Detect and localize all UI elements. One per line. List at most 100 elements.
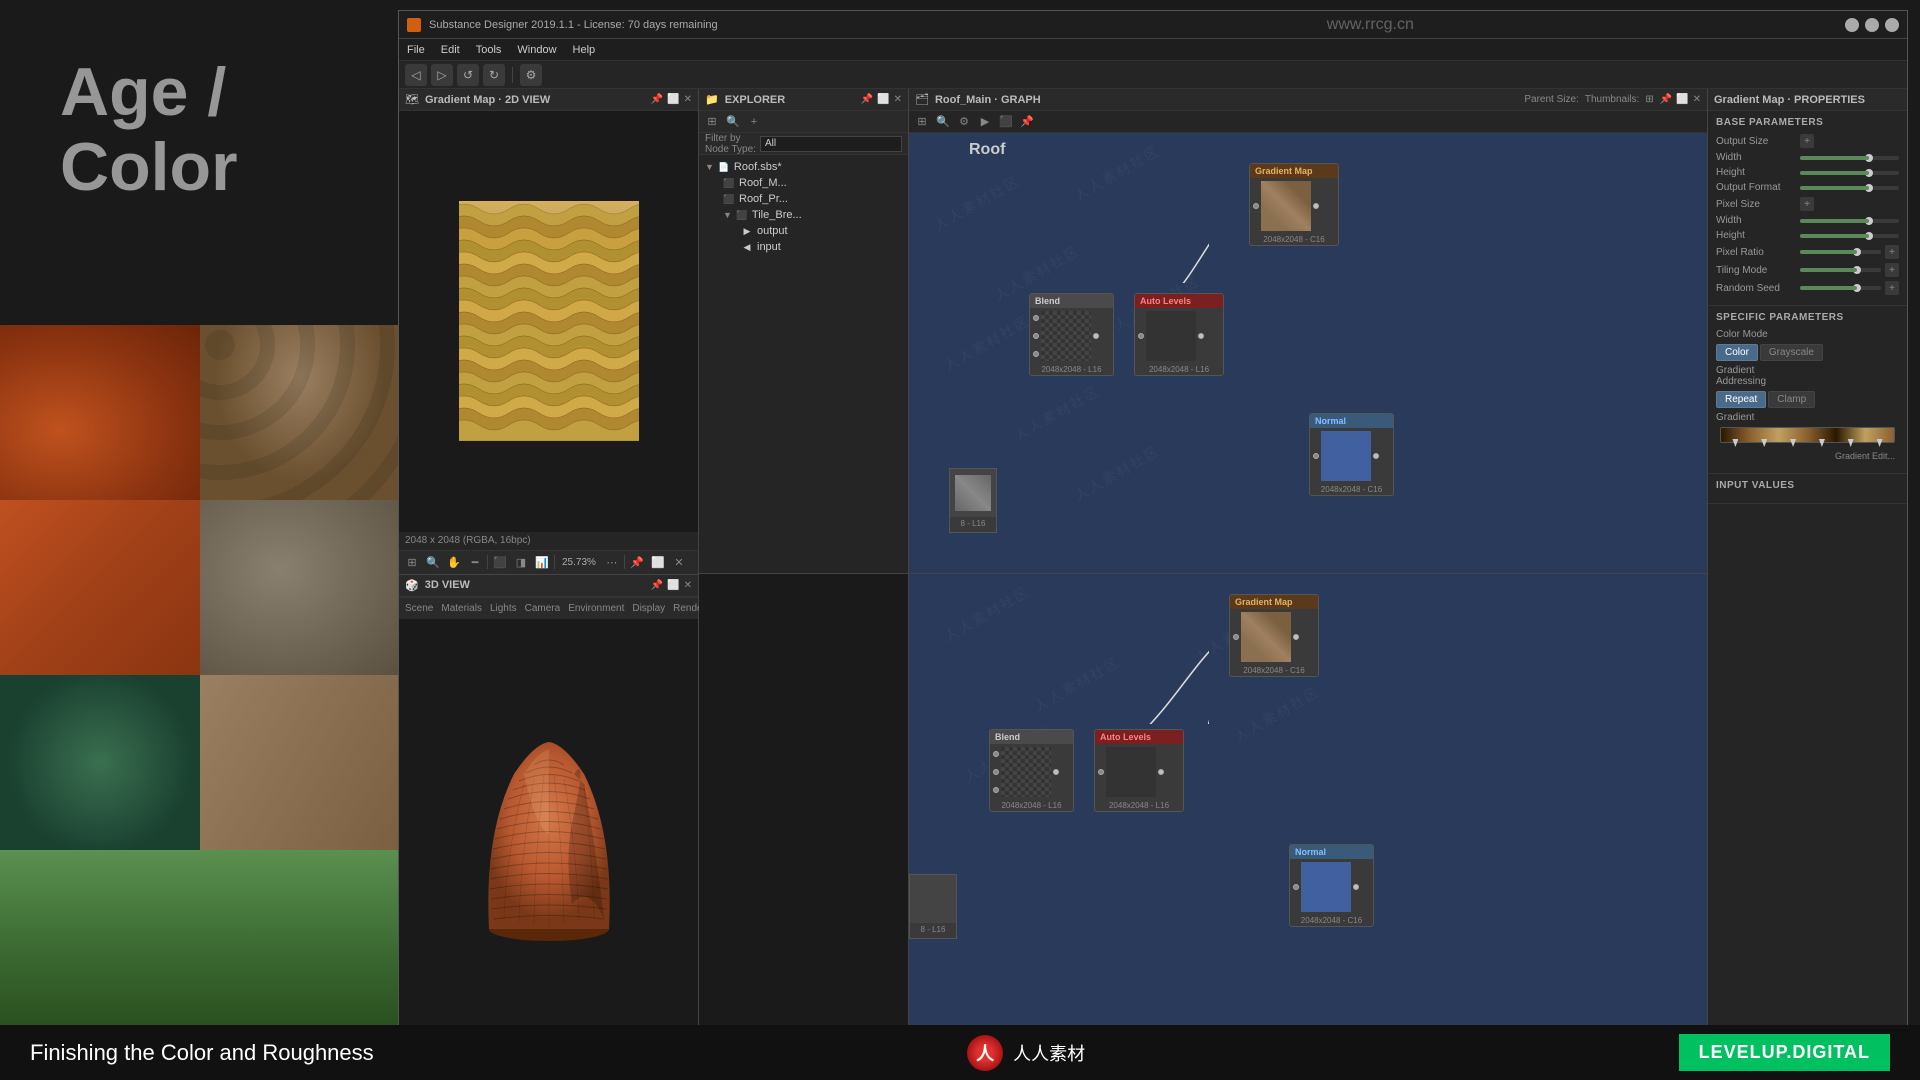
popout-icon-3d[interactable]: ⬜	[667, 580, 679, 591]
3d-tab-display[interactable]: Display	[632, 603, 665, 614]
graph-tb-3[interactable]: ⚙	[955, 113, 973, 131]
ghandle-3[interactable]	[1790, 439, 1796, 447]
height-slider-1[interactable]	[1800, 171, 1899, 175]
menu-help[interactable]: Help	[573, 44, 596, 56]
tiling-mode-handle[interactable]	[1853, 266, 1861, 274]
exp-tb-1[interactable]: ⊞	[703, 113, 721, 131]
view-channels[interactable]: ⬛	[491, 553, 509, 571]
small-node-2[interactable]: 8 - L16	[909, 874, 957, 939]
small-node[interactable]: 8 - L16	[949, 468, 997, 533]
port-out-3[interactable]	[1198, 333, 1204, 339]
graph-canvas[interactable]: 人人素材社区 人人素材社区 人人素材社区 人人素材社区 人人素材社区 人人素材社…	[909, 133, 1707, 573]
tiling-mode-plus[interactable]: +	[1885, 263, 1899, 277]
graph-tb-5[interactable]: ⬛	[997, 113, 1015, 131]
graph-tb-2[interactable]: 🔍	[934, 113, 952, 131]
toolbar-open[interactable]: ▷	[431, 64, 453, 86]
view-stats[interactable]: 📊	[533, 553, 551, 571]
height-slider-2[interactable]	[1800, 234, 1899, 238]
pin-icon-graph[interactable]: 📌	[1660, 94, 1672, 105]
height-handle-1[interactable]	[1865, 169, 1873, 177]
popout-icon-graph[interactable]: ⬜	[1676, 94, 1688, 105]
view-more[interactable]: ⋯	[603, 553, 621, 571]
graph-bottom-area[interactable]: 人人素材社区 人人素材社区 人人素材社区 人人素材社区 人人素材社区 Gradi…	[909, 574, 1707, 1059]
port-in-1[interactable]	[1253, 203, 1259, 209]
b2-port-in-3[interactable]	[993, 787, 999, 793]
explorer-item-tile-bre[interactable]: ▼ ⬛ Tile_Bre...	[699, 207, 908, 223]
b2-port-in-1[interactable]	[993, 751, 999, 757]
al2-port-out[interactable]	[1158, 769, 1164, 775]
auto-levels-node-2[interactable]: Auto Levels 2048x2048 - L16	[1094, 729, 1184, 812]
toolbar-undo[interactable]: ⚙	[520, 64, 542, 86]
gradient-map-node[interactable]: Gradient Map 2048x2048 - C16	[1249, 163, 1339, 246]
menu-file[interactable]: File	[407, 44, 425, 56]
output-format-slider[interactable]	[1800, 186, 1899, 190]
width-slider-1[interactable]	[1800, 156, 1899, 160]
view-close[interactable]: ✕	[670, 553, 688, 571]
close-panel-icon-graph[interactable]: ✕	[1693, 94, 1701, 105]
explorer-item-roof-pr[interactable]: ⬛ Roof_Pr...	[699, 191, 908, 207]
thumbnails-toggle[interactable]: ⊞	[1645, 94, 1653, 105]
minimize-button[interactable]	[1845, 18, 1859, 32]
pin-icon[interactable]: 📌	[651, 94, 663, 105]
toolbar-save[interactable]: ↺	[457, 64, 479, 86]
3d-tab-lights[interactable]: Lights	[490, 603, 517, 614]
addr-opt-clamp[interactable]: Clamp	[1768, 391, 1815, 408]
ghandle-6[interactable]	[1877, 439, 1883, 447]
view-pan[interactable]: ✋	[445, 553, 463, 571]
window-controls[interactable]	[1845, 18, 1899, 32]
exp-tb-2[interactable]: 🔍	[724, 113, 742, 131]
output-size-plus[interactable]: +	[1800, 134, 1814, 148]
port-in-3[interactable]	[1033, 333, 1039, 339]
al2-port-in[interactable]	[1098, 769, 1104, 775]
port-out-1[interactable]	[1313, 203, 1319, 209]
3d-tab-environment[interactable]: Environment	[568, 603, 624, 614]
random-seed-plus[interactable]: +	[1885, 281, 1899, 295]
popout-icon-exp[interactable]: ⬜	[877, 94, 889, 105]
3d-tab-camera[interactable]: Camera	[525, 603, 561, 614]
normal-node[interactable]: Normal 2048x2048 - C16	[1309, 413, 1394, 496]
3d-tab-materials[interactable]: Materials	[441, 603, 482, 614]
port-in-4[interactable]	[1033, 351, 1039, 357]
color-opt-grayscale[interactable]: Grayscale	[1760, 344, 1823, 361]
popout-icon[interactable]: ⬜	[667, 94, 679, 105]
port-out-2[interactable]	[1093, 333, 1099, 339]
b2-port-in-2[interactable]	[993, 769, 999, 775]
port-in-5[interactable]	[1138, 333, 1144, 339]
view-alpha[interactable]: ◨	[512, 553, 530, 571]
addr-opt-repeat[interactable]: Repeat	[1716, 391, 1766, 408]
pixel-ratio-handle[interactable]	[1853, 248, 1861, 256]
gradient-map-node-2[interactable]: Gradient Map 2048x2048 - C16	[1229, 594, 1319, 677]
n2-port-in[interactable]	[1293, 884, 1299, 890]
ghandle-1[interactable]	[1732, 439, 1738, 447]
view-fit-btn[interactable]: ⊞	[403, 553, 421, 571]
panel-3d-controls[interactable]: 📌 ⬜ ✕	[651, 580, 692, 591]
menu-edit[interactable]: Edit	[441, 44, 460, 56]
auto-levels-node[interactable]: Auto Levels 2048x2048 - L16	[1134, 293, 1224, 376]
toolbar-save2[interactable]: ↻	[483, 64, 505, 86]
b2-port-out[interactable]	[1053, 769, 1059, 775]
view-popout[interactable]: ⬜	[649, 553, 667, 571]
pixel-ratio-slider[interactable]	[1800, 250, 1881, 254]
graph-tb-1[interactable]: ⊞	[913, 113, 931, 131]
n2-port-out[interactable]	[1353, 884, 1359, 890]
ghandle-2[interactable]	[1761, 439, 1767, 447]
gm2-port-in[interactable]	[1233, 634, 1239, 640]
ghandle-4[interactable]	[1819, 439, 1825, 447]
width-handle-1[interactable]	[1865, 154, 1873, 162]
width-slider-2[interactable]	[1800, 219, 1899, 223]
normal-node-2[interactable]: Normal 2048x2048 - C16	[1289, 844, 1374, 927]
gradient-bar[interactable]	[1720, 427, 1895, 443]
random-seed-handle[interactable]	[1853, 284, 1861, 292]
close-panel-icon[interactable]: ✕	[684, 94, 692, 105]
blend-node-2[interactable]: Blend 2048x2048 - L	[989, 729, 1074, 812]
ghandle-5[interactable]	[1848, 439, 1854, 447]
pin-icon-exp[interactable]: 📌	[861, 94, 873, 105]
explorer-controls[interactable]: 📌 ⬜ ✕	[861, 94, 902, 105]
3d-tab-scene[interactable]: Scene	[405, 603, 433, 614]
pixel-ratio-plus[interactable]: +	[1885, 245, 1899, 259]
filter-input[interactable]	[760, 136, 902, 152]
explorer-item-roof-m[interactable]: ⬛ Roof_M...	[699, 175, 908, 191]
blend-node[interactable]: Blend	[1029, 293, 1114, 376]
view-zoom-out[interactable]: ━	[466, 553, 484, 571]
output-format-handle[interactable]	[1865, 184, 1873, 192]
